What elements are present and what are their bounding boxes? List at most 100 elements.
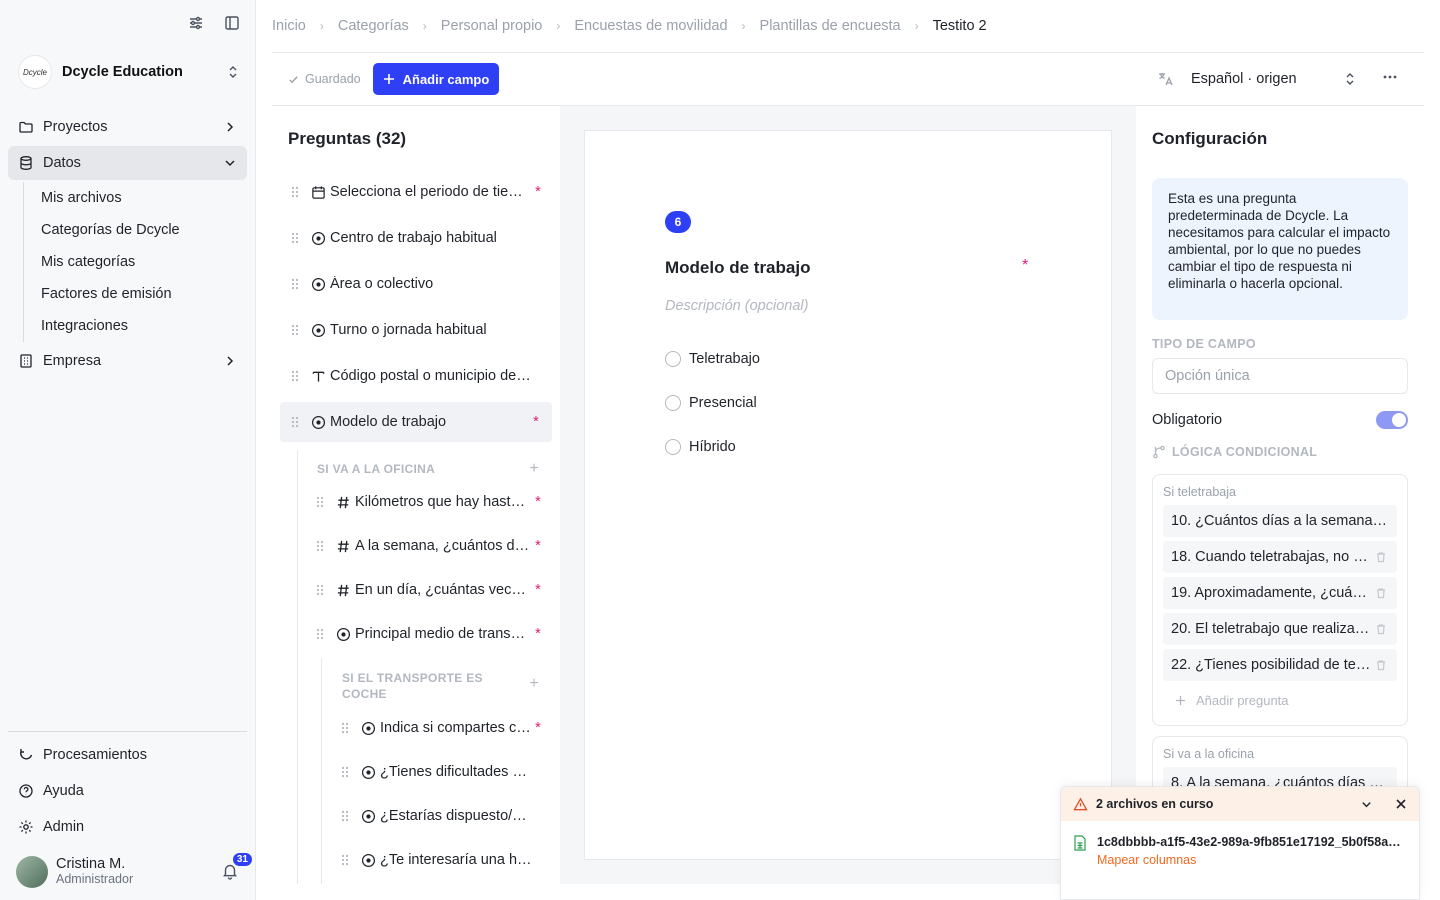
drag-handle-icon[interactable] xyxy=(288,323,302,337)
calendar-icon xyxy=(310,184,326,200)
drag-handle-icon[interactable] xyxy=(313,539,327,553)
question-item[interactable]: Principal medio de transporte * xyxy=(313,614,544,654)
breadcrumb-item-plantillas[interactable]: Plantillas de encuesta xyxy=(760,18,901,34)
drag-handle-icon[interactable] xyxy=(338,809,352,823)
sidebar-item-admin[interactable]: Admin xyxy=(8,810,247,844)
breadcrumb-item-categorias[interactable]: Categorías xyxy=(338,18,409,34)
answer-option[interactable]: Presencial xyxy=(665,391,757,415)
sidebar-subitem-categorias-dcycle[interactable]: Categorías de Dcycle xyxy=(41,214,247,246)
question-card[interactable]: 6 Modelo de trabajo * Descripción (opcio… xyxy=(584,130,1112,860)
description-input[interactable]: Descripción (opcional) xyxy=(665,298,808,314)
required-toggle[interactable] xyxy=(1376,411,1408,429)
editor-toolbar: Guardado Añadir campo Español · origen xyxy=(272,53,1424,106)
breadcrumb-item-encuestas[interactable]: Encuestas de movilidad xyxy=(574,18,727,34)
sidebar-item-datos[interactable]: Datos xyxy=(8,146,247,180)
question-item[interactable]: A la semana, ¿cuántos días vas a la ofic… xyxy=(313,526,544,566)
question-label: ¿Te interesaría una herramienta para com… xyxy=(380,852,532,868)
drag-handle-icon[interactable] xyxy=(288,231,302,245)
chevron-right-icon xyxy=(223,354,237,368)
trash-icon[interactable] xyxy=(1375,659,1389,671)
drag-handle-icon[interactable] xyxy=(288,369,302,383)
drag-handle-icon[interactable] xyxy=(313,495,327,509)
config-panel: Configuración Esta es una pregunta prede… xyxy=(1136,106,1424,884)
question-item[interactable]: Centro de trabajo habitual xyxy=(288,218,544,258)
condition-question[interactable]: 19. Aproximadamente, ¿cuántas horas tele… xyxy=(1163,577,1397,609)
drag-handle-icon[interactable] xyxy=(338,853,352,867)
question-item[interactable]: Selecciona el periodo de tiempo * xyxy=(288,172,544,212)
breadcrumb-item-inicio[interactable]: Inicio xyxy=(272,18,306,34)
sidebar-subitem-integraciones[interactable]: Integraciones xyxy=(41,310,247,342)
close-icon[interactable] xyxy=(1395,798,1407,810)
sidebar-subitem-mis-categorias[interactable]: Mis categorías xyxy=(41,246,247,278)
question-item[interactable]: Código postal o municipio de residencia xyxy=(288,356,544,396)
condition-question-label: 22. ¿Tienes posibilidad de teletrabajar … xyxy=(1171,657,1371,673)
chevron-updown-icon xyxy=(226,65,240,79)
question-item-selected[interactable]: Modelo de trabajo * xyxy=(280,402,552,442)
question-item[interactable]: ¿Estarías dispuesto/a a compartir coche? xyxy=(338,796,544,836)
toast-header: 2 archivos en curso xyxy=(1061,787,1419,821)
database-icon xyxy=(18,155,34,171)
question-label: Selecciona el periodo de tiempo xyxy=(330,184,532,200)
radio-icon xyxy=(310,276,326,292)
more-options-icon[interactable] xyxy=(1382,69,1398,85)
question-title[interactable]: Modelo de trabajo xyxy=(665,258,810,278)
add-field-button[interactable]: Añadir campo xyxy=(372,63,500,95)
radio-button[interactable] xyxy=(665,395,681,411)
answer-option[interactable]: Híbrido xyxy=(665,435,736,459)
field-type-input[interactable]: Opción única xyxy=(1152,358,1408,394)
drag-handle-icon[interactable] xyxy=(313,627,327,641)
chevron-down-icon[interactable] xyxy=(1360,798,1373,811)
trash-icon[interactable] xyxy=(1375,551,1389,563)
question-item[interactable]: Turno o jornada habitual xyxy=(288,310,544,350)
sidebar-item-label: Procesamientos xyxy=(43,747,147,763)
add-to-group-icon[interactable]: + xyxy=(529,461,539,477)
sidebar-item-procesamientos[interactable]: Procesamientos xyxy=(8,738,247,772)
map-columns-link[interactable]: Mapear columnas xyxy=(1097,853,1405,867)
sidebar-collapse-icon[interactable] xyxy=(223,14,241,32)
condition-question[interactable]: 22. ¿Tienes posibilidad de teletrabajar … xyxy=(1163,649,1397,681)
conditional-logic-header: LÓGICA CONDICIONAL xyxy=(1152,445,1317,459)
question-item[interactable]: Kilómetros que hay hasta el centro de tr… xyxy=(313,482,544,522)
drag-handle-icon[interactable] xyxy=(288,185,302,199)
sidebar-item-ayuda[interactable]: Ayuda xyxy=(8,774,247,808)
drag-handle-icon[interactable] xyxy=(288,415,302,429)
drag-handle-icon[interactable] xyxy=(338,765,352,779)
radio-button[interactable] xyxy=(665,351,681,367)
add-to-group-icon[interactable]: + xyxy=(529,676,539,692)
save-status: Guardado xyxy=(288,72,361,86)
sliders-icon[interactable] xyxy=(187,14,205,32)
user-profile[interactable]: Cristina M. Administrador 31 xyxy=(16,852,253,889)
condition-question[interactable]: 10. ¿Cuántos días a la semana teletrabaj… xyxy=(1163,505,1397,537)
drag-handle-icon[interactable] xyxy=(313,583,327,597)
sidebar-item-label: Datos xyxy=(43,155,81,171)
language-select[interactable]: Español · origen xyxy=(1157,63,1357,95)
avatar xyxy=(16,856,48,888)
question-item[interactable]: En un día, ¿cuántas veces haces el traye… xyxy=(313,570,544,610)
sidebar-item-empresa[interactable]: Empresa xyxy=(8,344,247,378)
org-switcher[interactable]: Dcycle Dcycle Education xyxy=(18,55,240,89)
question-item[interactable]: ¿Te interesaría una herramienta para com… xyxy=(338,840,544,880)
plus-icon xyxy=(1175,695,1186,706)
add-field-label: Añadir campo xyxy=(402,71,490,87)
condition-question-label: 20. El teletrabajo que realizas es en ca… xyxy=(1171,621,1371,637)
folder-icon xyxy=(18,119,34,135)
condition-question[interactable]: 18. Cuando teletrabajas, no te desplazas xyxy=(1163,541,1397,573)
sidebar-item-proyectos[interactable]: Proyectos xyxy=(8,110,247,144)
drag-handle-icon[interactable] xyxy=(288,277,302,291)
trash-icon[interactable] xyxy=(1375,587,1389,599)
radio-button[interactable] xyxy=(665,439,681,455)
notifications-button[interactable]: 31 xyxy=(221,852,253,882)
question-item[interactable]: ¿Tienes dificultades para aparcar? xyxy=(338,752,544,792)
breadcrumb-separator-icon: › xyxy=(319,19,324,33)
answer-option[interactable]: Teletrabajo xyxy=(665,347,760,371)
question-item[interactable]: Área o colectivo xyxy=(288,264,544,304)
condition-question[interactable]: 20. El teletrabajo que realizas es en ca… xyxy=(1163,613,1397,645)
sidebar-subitem-factores[interactable]: Factores de emisión xyxy=(41,278,247,310)
breadcrumb-item-personal-propio[interactable]: Personal propio xyxy=(441,18,543,34)
trash-icon[interactable] xyxy=(1375,623,1389,635)
add-question-button[interactable]: Añadir pregunta xyxy=(1163,685,1397,715)
drag-handle-icon[interactable] xyxy=(338,721,352,735)
sidebar-subitem-mis-archivos[interactable]: Mis archivos xyxy=(41,182,247,214)
required-mark: * xyxy=(535,626,541,642)
question-item[interactable]: Indica si compartes coche * xyxy=(338,708,544,748)
